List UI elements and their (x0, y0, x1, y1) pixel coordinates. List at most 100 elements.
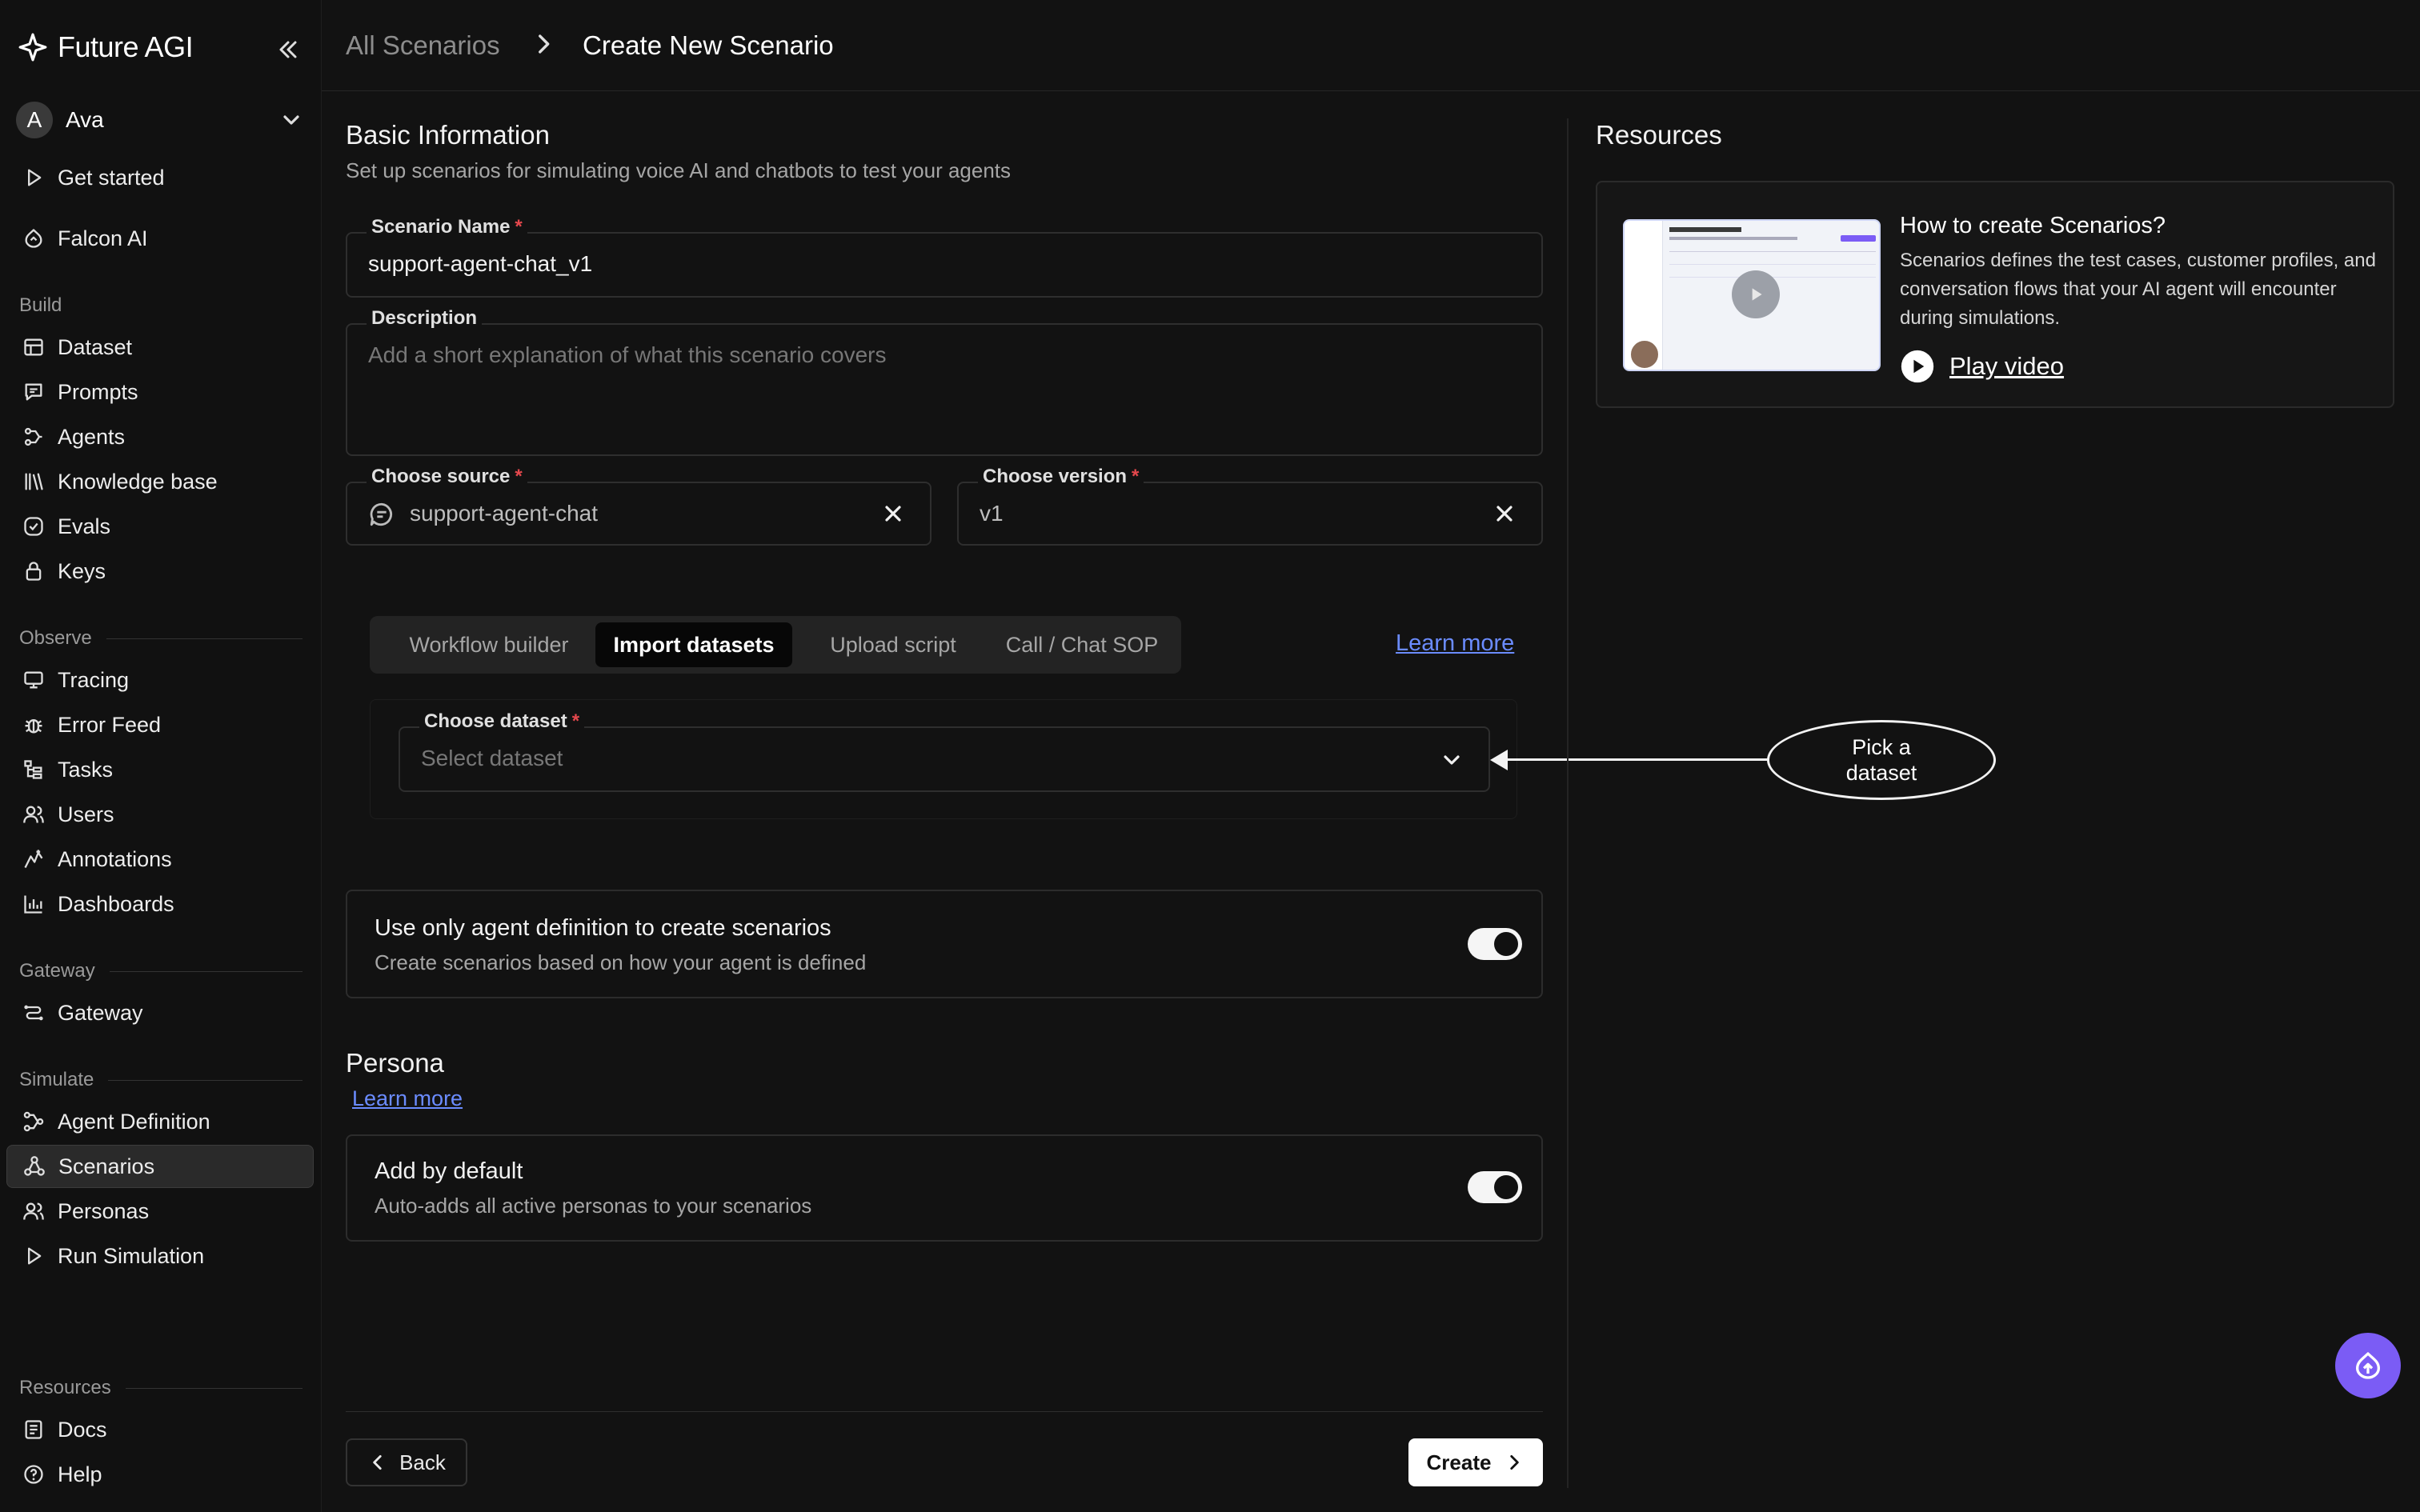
sidebar-item-run-simulation[interactable]: Run Simulation (6, 1234, 314, 1278)
sidebar-item-tracing[interactable]: Tracing (6, 658, 314, 702)
resource-card-title: How to create Scenarios? (1900, 213, 2166, 238)
sidebar-item-docs[interactable]: Docs (6, 1408, 314, 1451)
chevron-down-icon (1439, 747, 1464, 773)
video-thumbnail[interactable] (1623, 219, 1881, 371)
sidebar-item-agent-definition[interactable]: Agent Definition (6, 1100, 314, 1143)
scenario-name-label: Scenario Name * (367, 216, 527, 238)
nav-label: Run Simulation (58, 1243, 205, 1268)
clear-source-close-icon[interactable] (880, 501, 906, 526)
choose-dataset-select[interactable]: Choose dataset * Select dataset (399, 710, 1490, 792)
falcon-icon (21, 226, 46, 251)
resources-title: Resources (1596, 120, 1722, 150)
sidebar-item-users[interactable]: Users (6, 793, 314, 836)
resource-card-description: Scenarios defines the test cases, custom… (1900, 250, 2376, 329)
collapse-sidebar-icon[interactable] (274, 35, 302, 64)
page-title: Create New Scenario (583, 30, 834, 60)
library-icon (21, 469, 46, 494)
table-icon (21, 334, 46, 360)
add-by-default-title: Add by default (375, 1158, 523, 1184)
tab-upload-script[interactable]: Upload script (799, 622, 988, 667)
scenarios-icon (22, 1154, 47, 1179)
scenario-name-field[interactable]: Scenario Name * support-agent-chat_v1 (346, 216, 1543, 298)
nav-falcon-ai[interactable]: Falcon AI (6, 217, 314, 260)
sidebar-item-dashboards[interactable]: Dashboards (6, 882, 314, 926)
sidebar-item-personas[interactable]: Personas (6, 1190, 314, 1233)
clear-version-close-icon[interactable] (1492, 501, 1517, 526)
sidebar-item-gateway[interactable]: Gateway (6, 991, 314, 1034)
sidebar-item-prompts[interactable]: Prompts (6, 370, 314, 414)
sidebar-item-dataset[interactable]: Dataset (6, 326, 314, 369)
falcon-assistant-button[interactable] (2335, 1333, 2401, 1398)
nav-label: Get started (58, 165, 165, 190)
sidebar-item-keys[interactable]: Keys (6, 550, 314, 593)
nav-label: Personas (58, 1198, 150, 1223)
panel-divider (1567, 118, 1569, 1488)
nav-label: Tracing (58, 667, 130, 692)
tab-workflow-builder[interactable]: Workflow builder (381, 622, 597, 667)
choose-version-label: Choose version * (978, 466, 1144, 488)
chat-bubble-icon (368, 501, 395, 528)
check-circle-icon (21, 514, 46, 539)
play-video-link[interactable]: Play video (1900, 349, 2064, 384)
nav-label: Knowledge base (58, 469, 218, 494)
tab-call-chat-sop[interactable]: Call / Chat SOP (991, 622, 1173, 667)
message-icon (21, 379, 46, 405)
agent-definition-toggle[interactable] (1468, 928, 1522, 960)
choose-source-value: support-agent-chat (410, 501, 599, 526)
lock-icon (21, 558, 46, 584)
description-field[interactable]: Description Add a short explanation of w… (346, 307, 1543, 456)
sidebar-item-help[interactable]: Help (6, 1453, 314, 1496)
scenario-method-tabs: Workflow builder Import datasets Upload … (370, 616, 1181, 674)
agent-definition-subtitle: Create scenarios based on how your agent… (375, 950, 867, 974)
footer-divider (346, 1411, 1543, 1412)
falcon-icon (2352, 1350, 2384, 1382)
choose-source-field[interactable]: Choose source * support-agent-chat (346, 466, 932, 546)
nav-label: Annotations (58, 846, 172, 871)
nav-label: Gateway (58, 1000, 143, 1025)
sidebar-item-evals[interactable]: Evals (6, 505, 314, 548)
breadcrumb-all-scenarios[interactable]: All Scenarios (346, 30, 500, 61)
monitor-icon (21, 667, 46, 693)
play-overlay-icon (1732, 270, 1780, 318)
nav-label: Dashboards (58, 891, 174, 916)
nav-label: Agent Definition (58, 1109, 210, 1134)
nav-label: Agents (58, 424, 126, 449)
sidebar: Future AGI A Ava Get started Falcon AI B… (0, 0, 322, 1512)
users-icon (21, 802, 46, 827)
chevron-left-icon (367, 1452, 388, 1473)
users-icon (21, 1198, 46, 1224)
section-build: Build (19, 294, 62, 316)
tab-import-datasets[interactable]: Import datasets (595, 622, 792, 667)
user-switcher[interactable]: A Ava (16, 102, 304, 138)
sparkle-pen-icon (21, 846, 46, 872)
sidebar-item-error-feed[interactable]: Error Feed (6, 703, 314, 746)
future-agi-logo-icon (18, 32, 48, 62)
callout-pick-dataset: Pick a dataset (1767, 720, 1996, 800)
description-placeholder: Add a short explanation of what this sce… (368, 342, 887, 367)
bug-icon (21, 712, 46, 738)
sidebar-item-scenarios[interactable]: Scenarios (6, 1145, 314, 1188)
tasks-icon (21, 757, 46, 782)
help-circle-icon (21, 1462, 46, 1487)
section-subtitle: Set up scenarios for simulating voice AI… (346, 158, 1012, 182)
agent-definition-card: Use only agent definition to create scen… (346, 890, 1543, 998)
sidebar-item-tasks[interactable]: Tasks (6, 748, 314, 791)
back-button[interactable]: Back (346, 1438, 467, 1486)
play-icon (21, 1243, 46, 1269)
bar-chart-icon (21, 891, 46, 917)
description-label: Description (367, 307, 483, 330)
learn-more-link[interactable]: Learn more (1396, 630, 1514, 657)
nav-label: Error Feed (58, 712, 162, 737)
sidebar-item-knowledge-base[interactable]: Knowledge base (6, 460, 314, 503)
choose-version-field[interactable]: Choose version * v1 (957, 466, 1543, 546)
nav-get-started[interactable]: Get started (6, 156, 314, 199)
create-button[interactable]: Create (1408, 1438, 1543, 1486)
chevron-right-icon (1504, 1452, 1525, 1473)
persona-learn-more-link[interactable]: Learn more (352, 1086, 463, 1111)
presenter-avatar (1629, 339, 1660, 370)
sidebar-item-annotations[interactable]: Annotations (6, 838, 314, 881)
choose-dataset-label: Choose dataset * (419, 710, 585, 733)
brand-logo[interactable]: Future AGI (18, 30, 194, 64)
sidebar-item-agents[interactable]: Agents (6, 415, 314, 458)
add-by-default-toggle[interactable] (1468, 1171, 1522, 1203)
